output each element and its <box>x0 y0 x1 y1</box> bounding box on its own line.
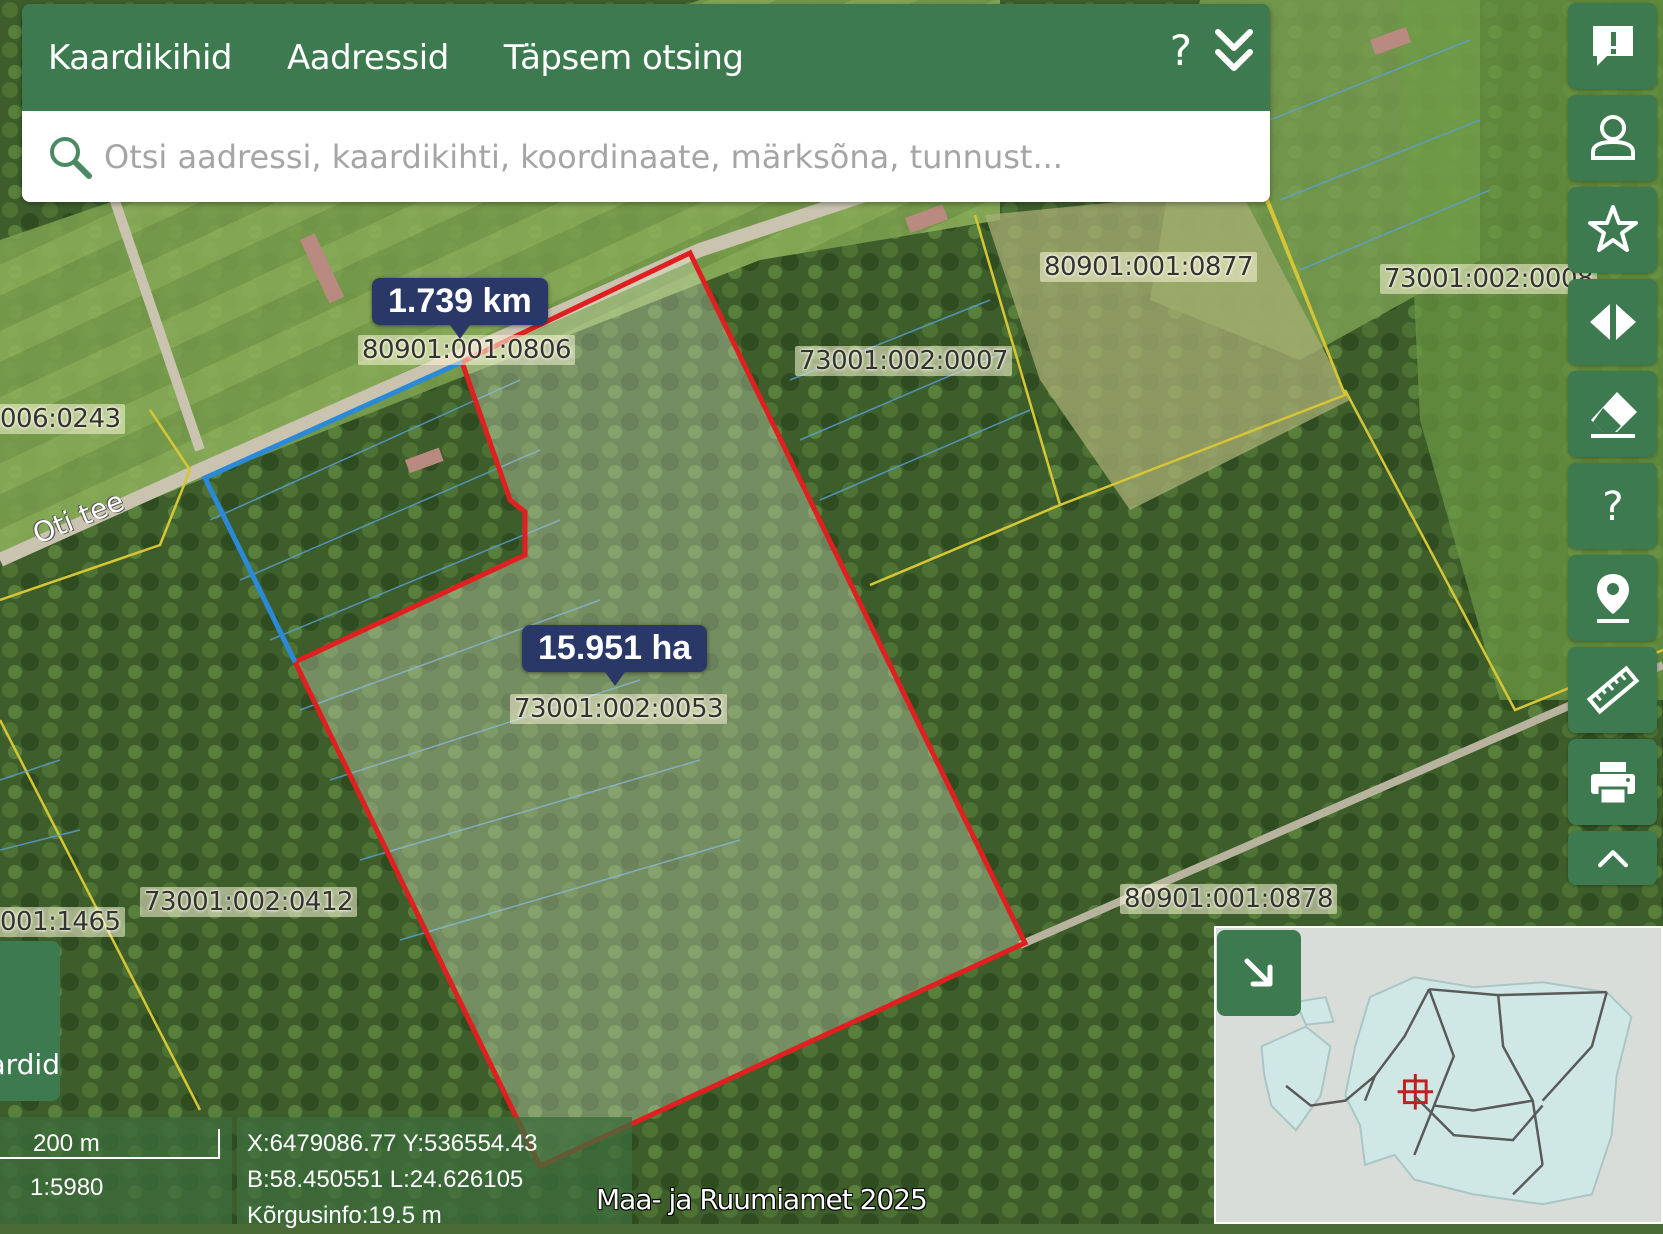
coordinates-readout: X:6479086.77 Y:536554.43 B:58.450551 L:2… <box>237 1117 632 1229</box>
help-button[interactable]: ? <box>1170 26 1192 75</box>
arrow-down-right-icon <box>1244 958 1273 987</box>
parcel-label: 80901:001:0877 <box>1040 252 1258 282</box>
star-icon <box>1587 205 1638 252</box>
search-icon <box>46 133 94 181</box>
parcel-label: 001:1465 <box>0 907 125 937</box>
search-row <box>22 111 1270 202</box>
scale-indicator: 200 m 1:5980 <box>0 1117 232 1224</box>
help-icon: ? <box>1602 484 1623 530</box>
base-maps-panel[interactable]: ardid <box>0 941 60 1101</box>
chevron-double-down-icon[interactable] <box>1212 26 1256 76</box>
eraser-button[interactable] <box>1568 371 1657 457</box>
feedback-button[interactable] <box>1568 3 1657 89</box>
chevron-up-icon <box>1597 850 1628 868</box>
search-panel: Kaardikihid Aadressid Täpsem otsing ? <box>22 4 1270 202</box>
feedback-icon <box>1592 26 1633 66</box>
user-icon <box>1590 115 1635 160</box>
scale-ratio: 1:5980 <box>30 1174 104 1201</box>
print-icon <box>1590 762 1635 806</box>
search-input[interactable] <box>102 136 1236 177</box>
elevation-info: Kõrgusinfo:19.5 m <box>247 1202 442 1229</box>
ruler-icon <box>1586 665 1639 715</box>
parcel-label: 73001:002:0008 <box>1380 264 1598 294</box>
print-button[interactable] <box>1568 739 1657 825</box>
location-button[interactable] <box>1568 555 1657 641</box>
tab-addresses[interactable]: Aadressid <box>287 38 449 78</box>
parcel-label: 73001:002:0053 <box>510 694 728 724</box>
parcel-label: 73001:002:0412 <box>140 887 358 917</box>
scale-length: 200 m <box>33 1130 100 1157</box>
compare-icon <box>1589 304 1636 340</box>
favorites-button[interactable] <box>1568 187 1657 273</box>
parcel-label: 80901:001:0806 <box>358 335 576 365</box>
latlon-coordinates: B:58.450551 L:24.626105 <box>247 1166 524 1193</box>
svg-text:?: ? <box>1602 484 1623 530</box>
parcel-label: 73001:002:0007 <box>795 346 1013 376</box>
xy-coordinates: X:6479086.77 Y:536554.43 <box>247 1130 538 1157</box>
minimap-toggle-button[interactable] <box>1217 930 1301 1016</box>
map-attribution: Maa- ja Ruumiamet 2025 <box>596 1183 928 1216</box>
tabs-bar: Kaardikihid Aadressid Täpsem otsing ? <box>22 4 1270 111</box>
help-tool-button[interactable]: ? <box>1568 463 1657 549</box>
distance-measurement-label: 1.739 km <box>372 278 548 339</box>
user-button[interactable] <box>1568 95 1657 181</box>
compare-button[interactable] <box>1568 279 1657 365</box>
parcel-label: 006:0243 <box>0 404 125 434</box>
measure-button[interactable] <box>1568 647 1657 733</box>
toolbar-collapse-button[interactable] <box>1568 831 1657 885</box>
tab-advanced-search[interactable]: Täpsem otsing <box>504 38 744 78</box>
parcel-label: 80901:001:0878 <box>1120 884 1338 914</box>
eraser-icon <box>1590 392 1637 438</box>
base-maps-label: ardid <box>0 1048 60 1081</box>
area-measurement-label: 15.951 ha <box>522 625 708 686</box>
location-icon <box>1596 574 1629 623</box>
tab-map-layers[interactable]: Kaardikihid <box>48 38 233 78</box>
